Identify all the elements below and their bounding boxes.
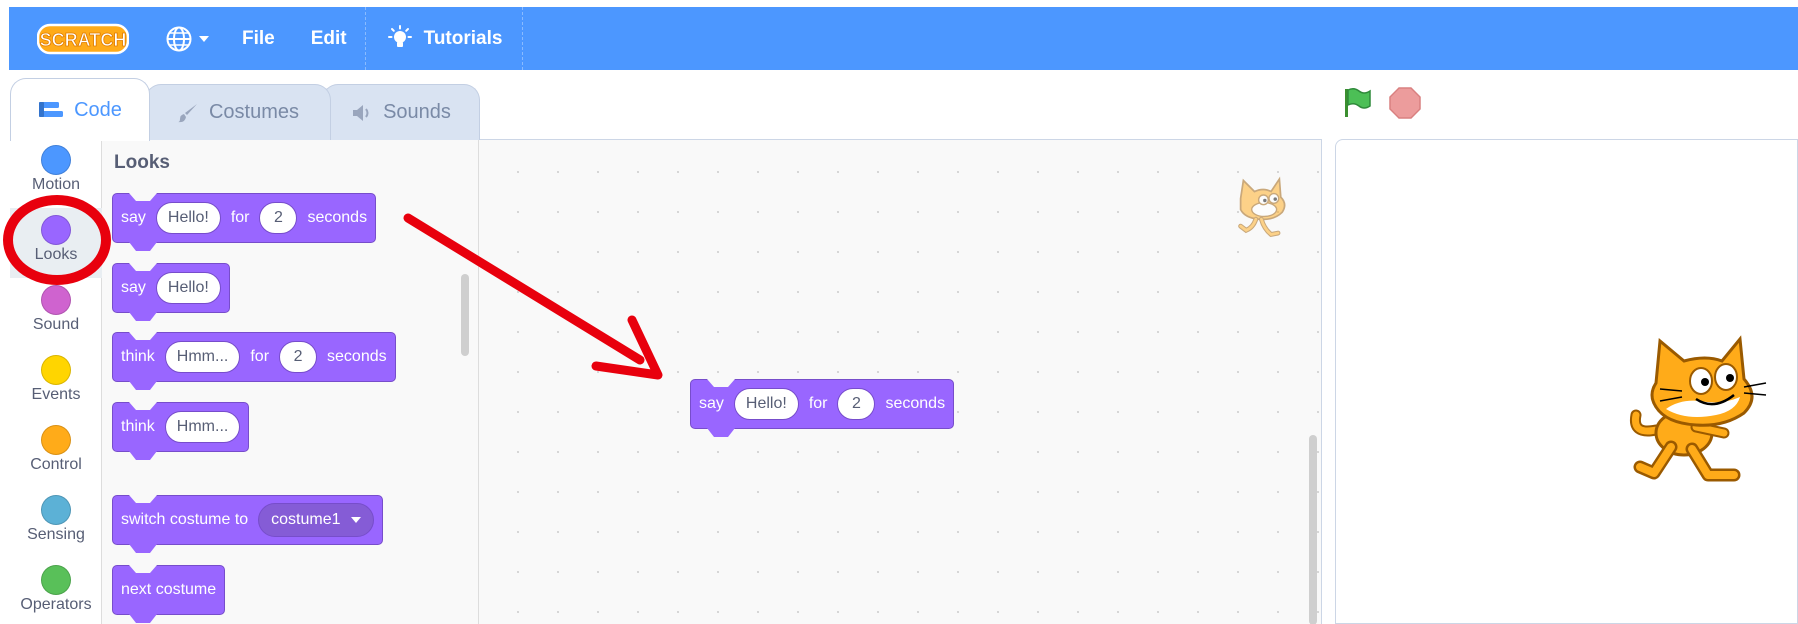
category-dot [41,285,71,315]
edit-menu[interactable]: Edit [293,7,365,70]
cat-sprite-icon[interactable] [1626,335,1776,495]
globe-icon [166,26,192,51]
category-dot [41,425,71,455]
message-input[interactable]: Hmm... [164,341,241,373]
tab-sounds[interactable]: Sounds [322,84,480,140]
sprite-thumbnail-icon [1238,176,1286,238]
block-text: say [699,395,724,412]
file-menu[interactable]: File [224,7,293,70]
workspace-scrollbar[interactable] [1309,435,1317,624]
tutorials-label: Tutorials [423,27,503,49]
highlight-circle [3,195,111,285]
menu-bar: SCRATCH File Edit Tutorials [9,7,1798,70]
seconds-input[interactable]: 2 [837,388,876,420]
next-costume-block[interactable]: next costume [112,565,226,615]
tab-label: Code [74,98,122,121]
block-text: for [230,209,250,226]
paintbrush-icon [177,103,197,122]
category-label: Operators [20,596,92,613]
category-label: Sound [32,316,80,333]
scratch-logo[interactable]: SCRATCH [28,19,138,59]
seconds-input[interactable]: 2 [279,341,318,373]
category-dot [41,565,71,595]
language-menu[interactable] [152,7,224,70]
category-dot [41,145,71,175]
switch-costume-block[interactable]: switch costume to costume1 [112,495,383,545]
svg-text:SCRATCH: SCRATCH [40,30,127,50]
stage[interactable] [1335,139,1798,624]
lightbulb-icon [387,24,412,47]
block-text: say [121,209,146,226]
seconds-input[interactable]: 2 [259,202,298,234]
tab-code[interactable]: Code [10,78,150,141]
category-label: Sensing [27,526,85,543]
say-for-seconds-block[interactable]: say Hello! for 2 seconds [690,379,955,429]
category-label: Events [31,386,81,403]
block-text: next costume [121,581,217,598]
think-for-seconds-block[interactable]: think Hmm... for 2 seconds [112,332,396,382]
block-text: think [121,418,155,435]
tab-label: Sounds [383,101,451,123]
chevron-down-icon [199,35,209,42]
category-sensing[interactable]: Sensing [10,488,102,558]
speaker-icon [353,104,369,121]
stop-icon[interactable] [1388,86,1422,120]
block-text: seconds [885,395,946,412]
tab-costumes[interactable]: Costumes [145,84,331,140]
category-label: Control [30,456,82,473]
green-flag-icon[interactable] [1340,86,1374,120]
block-text: say [121,279,146,296]
dropdown-value: costume1 [271,511,341,528]
tutorials-button[interactable]: Tutorials [366,7,523,70]
category-control[interactable]: Control [10,418,102,488]
stage-controls [1340,86,1422,120]
message-input[interactable]: Hello! [155,202,221,234]
say-for-seconds-block[interactable]: say Hello! for 2 seconds [112,193,377,243]
think-block[interactable]: think Hmm... [112,402,250,452]
menu-divider [522,7,524,70]
code-blocks-icon [39,102,64,117]
message-input[interactable]: Hmm... [164,411,241,443]
block-text: for [250,348,270,365]
block-text: seconds [307,209,368,226]
category-dot [41,495,71,525]
block-text: for [808,395,828,412]
caret-down-icon [350,517,361,523]
tab-label: Costumes [208,101,300,123]
scratch-logo-icon: SCRATCH [37,23,129,54]
message-input[interactable]: Hello! [733,388,799,420]
costume-dropdown[interactable]: costume1 [258,503,374,537]
category-sound[interactable]: Sound [10,278,102,348]
block-text: think [121,348,155,365]
category-events[interactable]: Events [10,348,102,418]
message-input[interactable]: Hello! [155,272,221,304]
drag-arrow-icon [403,213,663,380]
say-block[interactable]: say Hello! [112,263,230,313]
category-dot [41,355,71,385]
palette-heading: Looks [114,152,170,173]
category-operators[interactable]: Operators [10,558,102,624]
block-text: switch costume to [121,511,249,528]
block-text: seconds [327,348,387,365]
category-label: Motion [31,176,81,193]
